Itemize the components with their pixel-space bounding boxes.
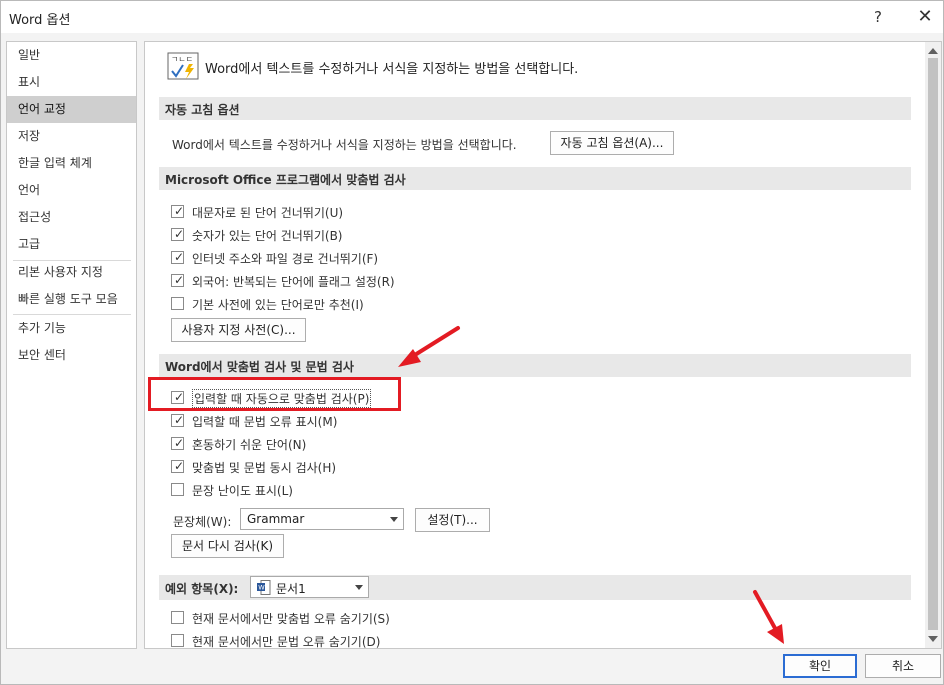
checkmark-icon: ✓ bbox=[174, 459, 185, 473]
writing-style-label: 문장체(W): bbox=[173, 515, 232, 529]
checkbox-label: 문장 난이도 표시(L) bbox=[192, 484, 293, 498]
title-bar: Word 옵션 ? ✕ bbox=[1, 1, 943, 33]
content-scrollbar[interactable] bbox=[925, 41, 942, 649]
svg-text:W: W bbox=[258, 584, 265, 592]
word-options-dialog: Word 옵션 ? ✕ 일반 표시 언어 교정 저장 한글 입력 체계 언어 접… bbox=[0, 0, 944, 685]
window-title: Word 옵션 bbox=[9, 13, 71, 28]
checkmark-icon: ✓ bbox=[174, 273, 185, 287]
checkbox-label: 인터넷 주소와 파일 경로 건너뛰기(F) bbox=[192, 252, 379, 266]
exceptions-document-value: 문서1 bbox=[276, 582, 306, 596]
autocorrect-description: Word에서 텍스트를 수정하거나 서식을 지정하는 방법을 선택합니다. bbox=[172, 138, 517, 152]
scroll-down-icon[interactable] bbox=[928, 636, 938, 642]
checkbox-label: 현재 문서에서만 문법 오류 숨기기(D) bbox=[192, 635, 381, 649]
checkbox[interactable] bbox=[171, 483, 184, 496]
checkbox[interactable] bbox=[171, 634, 184, 647]
content-panel: ㄱㄴㄷ Word에서 텍스트를 수정하거나 서식을 지정하는 방법을 선택합니다… bbox=[144, 41, 926, 649]
sidebar-item-customize-ribbon[interactable]: 리본 사용자 지정 bbox=[7, 259, 136, 286]
chevron-down-icon bbox=[355, 585, 363, 590]
checkmark-icon: ✓ bbox=[174, 413, 185, 427]
checkbox-label: 혼동하기 쉬운 단어(N) bbox=[192, 438, 307, 452]
checkbox[interactable]: ✓ bbox=[171, 273, 185, 287]
sidebar-item-save[interactable]: 저장 bbox=[7, 123, 136, 150]
sidebar-item-advanced[interactable]: 고급 bbox=[7, 231, 136, 258]
highlight-box bbox=[148, 377, 401, 411]
sidebar-item-display[interactable]: 표시 bbox=[7, 69, 136, 96]
checkbox-label: 입력할 때 문법 오류 표시(M) bbox=[192, 415, 338, 429]
sidebar-item-language[interactable]: 언어 bbox=[7, 177, 136, 204]
scroll-thumb[interactable] bbox=[928, 58, 938, 630]
svg-text:ㄱㄴㄷ: ㄱㄴㄷ bbox=[171, 55, 193, 64]
custom-dictionaries-button[interactable]: 사용자 지정 사전(C)... bbox=[171, 318, 306, 342]
section-title: Microsoft Office 프로그램에서 맞춤법 검사 bbox=[165, 173, 406, 187]
checkbox-label: 기본 사전에 있는 단어로만 추천(I) bbox=[192, 298, 364, 312]
writing-style-select[interactable]: Grammar bbox=[240, 508, 404, 530]
checkbox[interactable]: ✓ bbox=[171, 413, 185, 427]
checkmark-icon: ✓ bbox=[174, 227, 185, 241]
sidebar: 일반 표시 언어 교정 저장 한글 입력 체계 언어 접근성 고급 리본 사용자… bbox=[6, 41, 137, 649]
sidebar-item-korean-input[interactable]: 한글 입력 체계 bbox=[7, 150, 136, 177]
section-autocorrect: 자동 고침 옵션 bbox=[159, 97, 911, 120]
chevron-down-icon bbox=[390, 517, 398, 522]
checkmark-icon: ✓ bbox=[174, 204, 185, 218]
exceptions-document-select[interactable]: W 문서1 bbox=[250, 576, 369, 598]
section-office-spelling: Microsoft Office 프로그램에서 맞춤법 검사 bbox=[159, 167, 911, 190]
checkbox[interactable]: ✓ bbox=[171, 436, 185, 450]
recheck-document-button[interactable]: 문서 다시 검사(K) bbox=[171, 534, 284, 558]
checkbox[interactable]: ✓ bbox=[171, 227, 185, 241]
checkmark-icon: ✓ bbox=[174, 436, 185, 450]
checkbox-label: 숫자가 있는 단어 건너뛰기(B) bbox=[192, 229, 343, 243]
grammar-settings-button[interactable]: 설정(T)... bbox=[415, 508, 490, 532]
checkbox[interactable]: ✓ bbox=[171, 459, 185, 473]
checkbox[interactable]: ✓ bbox=[171, 250, 185, 264]
sidebar-item-trust-center[interactable]: 보안 센터 bbox=[7, 342, 136, 369]
help-button[interactable]: ? bbox=[863, 5, 893, 29]
word-document-icon: W bbox=[257, 580, 271, 595]
ok-button[interactable]: 확인 bbox=[783, 654, 857, 678]
section-exceptions: 예외 항목(X): W 문서1 bbox=[159, 575, 911, 600]
page-title: Word에서 텍스트를 수정하거나 서식을 지정하는 방법을 선택합니다. bbox=[205, 62, 579, 77]
autocorrect-options-button[interactable]: 자동 고침 옵션(A)... bbox=[550, 131, 674, 155]
sidebar-item-general[interactable]: 일반 bbox=[7, 42, 136, 69]
checkbox-label: 대문자로 된 단어 건너뛰기(U) bbox=[192, 206, 344, 220]
checkbox-label: 맞춤법 및 문법 동시 검사(H) bbox=[192, 461, 337, 475]
checkbox[interactable] bbox=[171, 611, 184, 624]
sidebar-item-add-ins[interactable]: 추가 기능 bbox=[7, 315, 136, 342]
checkmark-icon: ✓ bbox=[174, 250, 185, 264]
sidebar-item-quick-access-toolbar[interactable]: 빠른 실행 도구 모음 bbox=[7, 286, 136, 313]
section-word-spelling: Word에서 맞춤법 검사 및 문법 검사 bbox=[159, 354, 911, 377]
checkbox-label: 외국어: 반복되는 단어에 플래그 설정(R) bbox=[192, 275, 395, 289]
checkbox[interactable]: ✓ bbox=[171, 204, 185, 218]
close-button[interactable]: ✕ bbox=[910, 5, 940, 29]
section-title: 자동 고침 옵션 bbox=[165, 103, 240, 117]
sidebar-item-proofing[interactable]: 언어 교정 bbox=[7, 96, 136, 123]
section-title: Word에서 맞춤법 검사 및 문법 검사 bbox=[165, 360, 354, 374]
exceptions-label: 예외 항목(X): bbox=[165, 582, 239, 596]
writing-style-value: Grammar bbox=[247, 512, 305, 526]
checkbox-label: 현재 문서에서만 맞춤법 오류 숨기기(S) bbox=[192, 612, 390, 626]
scroll-up-icon[interactable] bbox=[928, 48, 938, 54]
cancel-button[interactable]: 취소 bbox=[865, 654, 941, 678]
abc-check-icon: ㄱㄴㄷ bbox=[167, 52, 199, 80]
sidebar-item-accessibility[interactable]: 접근성 bbox=[7, 204, 136, 231]
checkbox[interactable] bbox=[171, 297, 184, 310]
